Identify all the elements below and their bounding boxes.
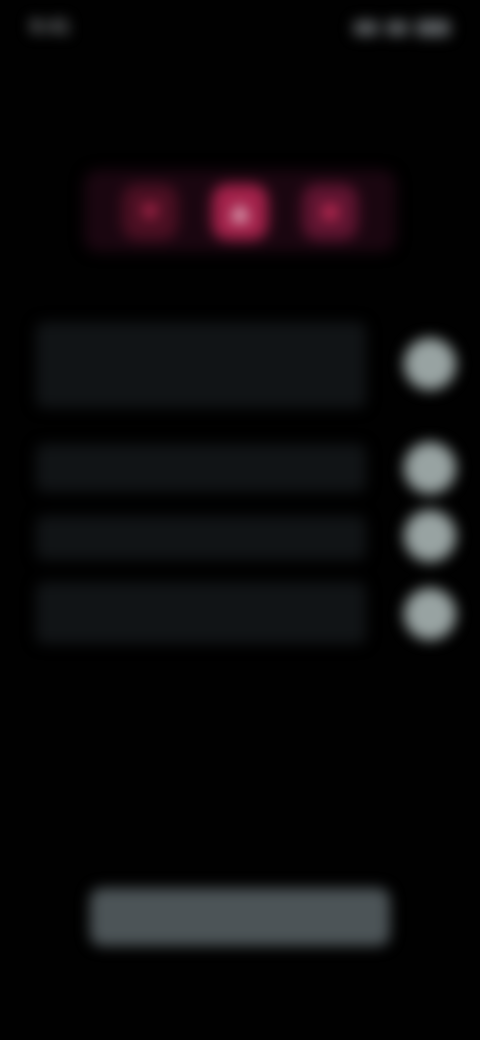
signal-icon: [354, 21, 378, 35]
status-bar: 9:41: [0, 0, 480, 56]
setting-label-box: [36, 322, 366, 408]
setting-label-box: [36, 582, 366, 644]
battery-icon: [416, 20, 450, 36]
setting-label: [36, 582, 366, 606]
setting-label-box: [36, 444, 366, 492]
setting-label: [36, 516, 366, 540]
status-time: 9:41: [30, 16, 71, 38]
continue-button[interactable]: [90, 888, 390, 946]
feature-caption: [70, 262, 410, 288]
setting-toggle[interactable]: [404, 510, 456, 562]
setting-label: [36, 322, 366, 346]
app-screen: 9:41 ♥ ▲ ■: [0, 0, 480, 1040]
setting-toggle[interactable]: [404, 442, 456, 494]
feature-strip: ♥ ▲ ■: [84, 170, 396, 252]
shield-icon: ▲: [212, 184, 268, 240]
page-title: [70, 118, 410, 158]
setting-label-box: [36, 516, 366, 560]
status-icons: [346, 18, 450, 38]
wifi-icon: [386, 21, 408, 35]
star-icon: ■: [302, 184, 358, 240]
setting-label: [36, 444, 366, 468]
setting-toggle[interactable]: [404, 588, 456, 640]
header-kicker: [140, 84, 340, 102]
setting-toggle[interactable]: [404, 338, 456, 390]
heart-icon: ♥: [122, 184, 178, 240]
